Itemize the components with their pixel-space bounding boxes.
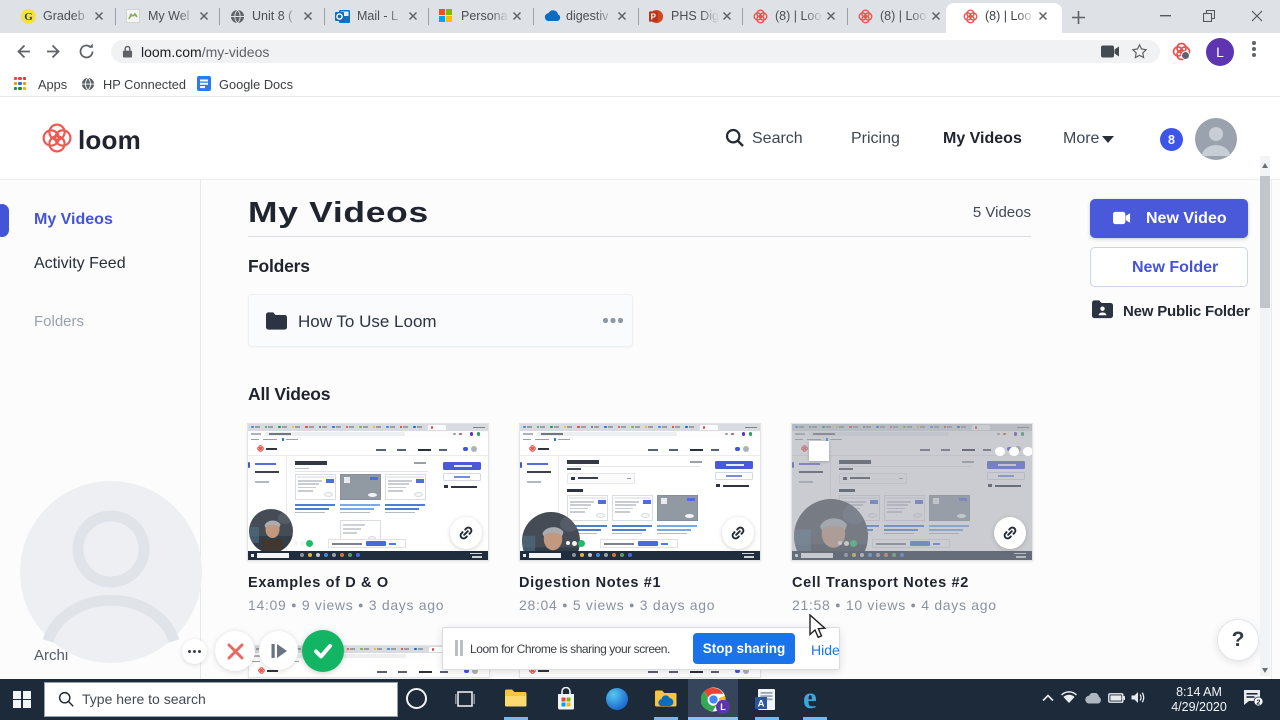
- svg-text:2: 2: [1256, 697, 1260, 706]
- svg-text:P: P: [651, 13, 657, 22]
- svg-text:A: A: [758, 699, 765, 710]
